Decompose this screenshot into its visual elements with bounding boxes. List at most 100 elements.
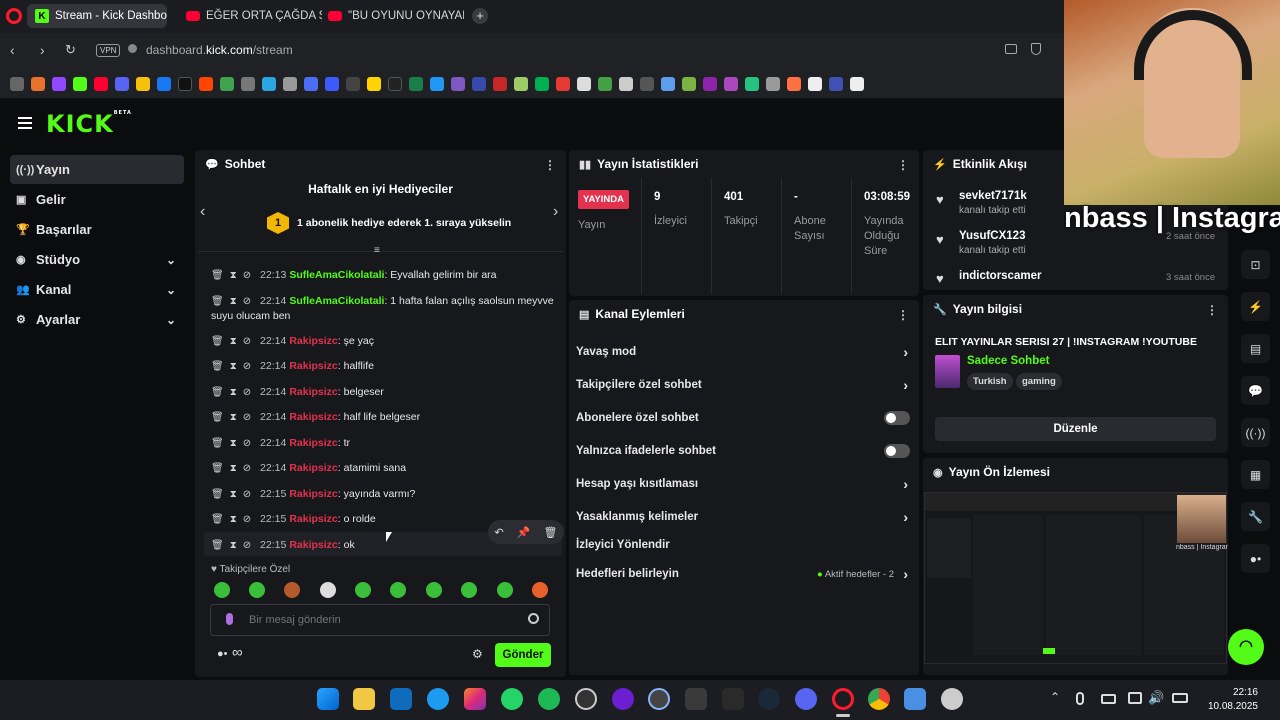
timeout-icon[interactable]: ⧗ (230, 463, 237, 474)
bookmark-facebook-icon[interactable] (157, 76, 171, 91)
stream-preview-video[interactable] (924, 492, 1227, 664)
bookmark-icon[interactable] (472, 76, 486, 91)
bookmark-icon[interactable] (598, 76, 612, 91)
bookmark-icon[interactable] (10, 76, 24, 91)
chevron-right-icon[interactable]: › (553, 203, 558, 221)
camera-icon[interactable] (1005, 44, 1017, 54)
edit-button[interactable]: Düzenle (935, 417, 1216, 441)
support-headset-button[interactable]: ◠ (1228, 629, 1264, 665)
action-banned-words[interactable]: Yasaklanmış kelimeler › (576, 508, 912, 526)
document-icon[interactable]: ▤ (1241, 334, 1270, 363)
action-account-age[interactable]: Hesap yaşı kısıtlaması › (576, 475, 912, 493)
bookmark-icon[interactable] (304, 76, 318, 91)
chevron-left-icon[interactable]: ‹ (200, 203, 205, 221)
epic-games-icon[interactable] (722, 688, 744, 710)
action-slow-mode[interactable]: Yavaş mod › (576, 343, 912, 361)
chat-message[interactable]: 🗑 ⧗ ⊘ 22:14 Rakipsizc: tr (211, 436, 556, 451)
sidebar-item-kanal[interactable]: 👥 Kanal ⌄ (10, 275, 184, 304)
timeout-icon[interactable]: ⧗ (230, 514, 237, 525)
send-button[interactable]: Gönder (495, 643, 551, 667)
scroll-pause-icon[interactable]: ≡ (374, 245, 380, 256)
games-icon[interactable] (685, 688, 707, 710)
bookmark-icon[interactable] (388, 76, 402, 91)
bookmark-icon[interactable] (283, 76, 297, 91)
action-raid[interactable]: İzleyici Yönlendir (576, 536, 912, 554)
bookmark-icon[interactable] (409, 76, 423, 91)
event-user[interactable]: YusufCX123 (959, 230, 1025, 242)
chat-message[interactable]: 🗑 ⧗ ⊘ 22:14 Rakipsizc: halflife (211, 359, 556, 374)
timeout-icon[interactable]: ⧗ (230, 438, 237, 449)
tray-chevron-up-icon[interactable]: ⌃ (1050, 690, 1060, 704)
volume-tray-icon[interactable]: 🔊 (1148, 690, 1164, 706)
emote-icon[interactable] (214, 582, 230, 598)
outlook-icon[interactable] (390, 688, 412, 710)
sidebar-item-gelir[interactable]: ▣ Gelir (10, 185, 184, 214)
message-user[interactable]: Rakipsizc (289, 335, 337, 347)
ban-icon[interactable]: ⊘ (243, 514, 251, 525)
message-user[interactable]: Rakipsizc (289, 462, 337, 474)
undo-icon[interactable]: ↶ (495, 526, 504, 539)
timeout-icon[interactable]: ⧗ (230, 387, 237, 398)
trash-icon[interactable]: 🗑 (544, 526, 558, 539)
timeout-icon[interactable]: ⧗ (230, 336, 237, 347)
spotify-icon[interactable] (538, 688, 560, 710)
chat-settings-icon[interactable]: ⚙ (472, 647, 483, 661)
infinity-icon[interactable]: ∞ (232, 644, 243, 661)
forward-icon[interactable]: › (40, 42, 45, 58)
message-user[interactable]: Rakipsizc (289, 411, 337, 423)
bookmark-icon[interactable] (766, 76, 780, 91)
timeout-icon[interactable]: ⧗ (230, 361, 237, 372)
tag-chip[interactable]: Turkish (967, 373, 1013, 390)
bookmark-icon[interactable] (136, 76, 150, 91)
bookmark-icon[interactable] (220, 76, 234, 91)
vpn-badge[interactable]: VPN (96, 44, 121, 57)
twitter-icon[interactable] (427, 688, 449, 710)
ban-icon[interactable]: ⊘ (243, 438, 251, 449)
chat-message[interactable]: 🗑 ⧗ ⊘ 22:14 SufleAmaCikolatali: 1 hafta fal… (211, 294, 556, 323)
bookmark-icon[interactable] (724, 76, 738, 91)
app-circle-icon[interactable] (648, 688, 670, 710)
bookmark-icon[interactable] (346, 76, 360, 91)
ban-icon[interactable]: ⊘ (243, 489, 251, 500)
delete-icon[interactable]: 🗑 (211, 387, 224, 398)
emote-icon[interactable] (284, 582, 300, 598)
bookmark-icon[interactable] (262, 76, 276, 91)
app-ring-icon[interactable] (612, 688, 634, 710)
emote-icon[interactable] (461, 582, 477, 598)
bookmark-icon[interactable] (619, 76, 633, 91)
chat-message[interactable]: 🗑 ⧗ ⊘ 22:14 Rakipsizc: half life belgeser (211, 410, 556, 425)
stream-category[interactable]: Sadece Sohbet (967, 355, 1049, 367)
message-user[interactable]: Rakipsizc (289, 488, 337, 500)
url-field[interactable]: dashboard.kick.com/stream (146, 43, 293, 57)
bookmark-icon[interactable] (451, 76, 465, 91)
bookmark-icon[interactable] (367, 76, 381, 91)
opera-icon[interactable] (832, 688, 854, 710)
dots-icon[interactable]: ●• (217, 648, 228, 660)
delete-icon[interactable]: 🗑 (211, 270, 224, 281)
emote-icon[interactable] (390, 582, 406, 598)
message-user[interactable]: Rakipsizc (289, 513, 337, 525)
microphone-icon[interactable] (226, 613, 233, 625)
delete-icon[interactable]: 🗑 (211, 540, 224, 551)
stats-menu-icon[interactable]: ⋮ (897, 158, 909, 172)
obs-icon[interactable] (575, 688, 597, 710)
file-explorer-icon[interactable] (353, 688, 375, 710)
message-user[interactable]: Rakipsizc (289, 539, 337, 551)
emotes-only-toggle[interactable] (884, 444, 910, 458)
bookmark-icon[interactable] (787, 76, 801, 91)
keyboard-tray-icon[interactable] (1101, 694, 1116, 704)
emote-icon[interactable] (426, 582, 442, 598)
camera-preview-icon[interactable]: ⊡ (1241, 250, 1270, 279)
chat-message-input[interactable] (247, 610, 507, 630)
bookmark-kick-icon[interactable] (73, 76, 87, 91)
subscribers-only-toggle[interactable] (884, 411, 910, 425)
reload-icon[interactable]: ↻ (65, 42, 76, 58)
event-user[interactable]: sevket7171k (959, 190, 1027, 202)
event-user[interactable]: indictorscamer (959, 270, 1041, 282)
ban-icon[interactable]: ⊘ (243, 412, 251, 423)
whatsapp-icon[interactable] (501, 688, 523, 710)
instagram-icon[interactable] (464, 688, 486, 710)
emote-icon[interactable] (320, 582, 336, 598)
chat-menu-icon[interactable]: ⋮ (544, 158, 556, 172)
channel-actions-menu-icon[interactable]: ⋮ (897, 308, 909, 322)
